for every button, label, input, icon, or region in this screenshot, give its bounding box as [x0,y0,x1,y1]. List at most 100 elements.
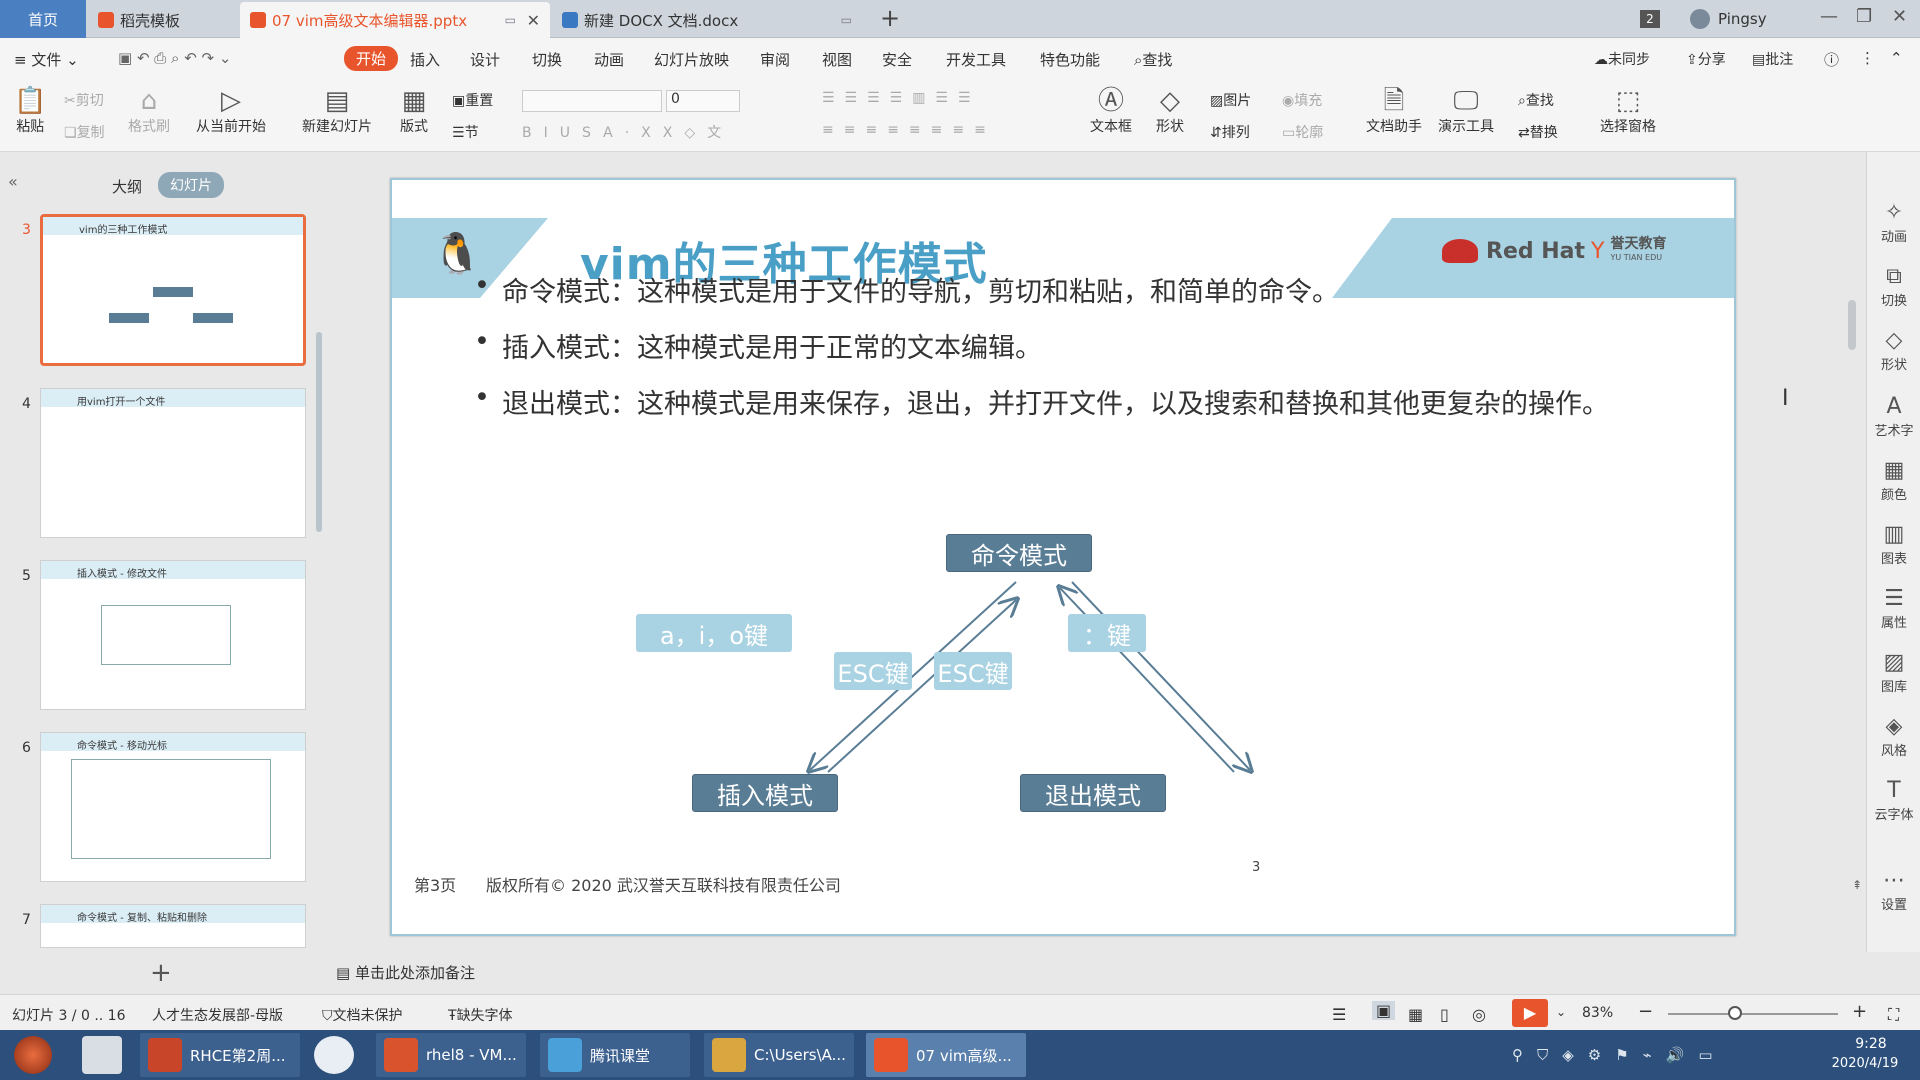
menu-start[interactable]: 开始 [344,46,399,71]
add-slide-button[interactable]: + [150,958,172,988]
cut-button[interactable]: ✂剪切 [64,90,104,110]
tab-docer[interactable]: 稻壳模板 [88,2,238,38]
tab-outline[interactable]: 大纲 [112,176,142,197]
select-pane-button[interactable]: ⬚ 选择窗格 [1600,86,1656,136]
font-name-select[interactable] [522,90,662,112]
window-count-badge[interactable]: 2 [1640,10,1660,28]
zoom-level[interactable]: 83% [1582,1005,1613,1021]
copy-button[interactable]: ❏复制 [64,122,105,142]
format-painter-button[interactable]: ⌂ 格式刷 [128,86,170,136]
reset-button[interactable]: ▣重置 [452,90,493,110]
menu-search[interactable]: ⌕查找 [1134,49,1172,70]
collapse-ribbon-icon[interactable]: ⌃ [1890,49,1903,67]
monitor-icon[interactable]: ▭ [841,13,852,27]
textbox-button[interactable]: Ⓐ 文本框 [1090,86,1132,136]
play-options-icon[interactable]: ⌄ [1556,1005,1566,1019]
sidebar-settings[interactable]: ⋯ 设置 [1867,868,1920,913]
play-slideshow-button[interactable]: ▶ [1512,999,1548,1027]
clock-time[interactable]: 9:28 [1836,1036,1906,1052]
taskbar-item-vmware[interactable]: rhel8 - VM... [376,1033,526,1077]
section-button[interactable]: ☰节 [452,122,479,142]
zoom-out-icon[interactable]: − [1638,1001,1653,1022]
canvas-scrollbar[interactable] [1848,300,1856,350]
tab-slides[interactable]: 幻灯片 [158,172,224,198]
layout-button[interactable]: ▦ 版式 [400,86,428,136]
font-format-buttons[interactable]: BIUSA·XX◇文 [522,122,733,142]
sidebar-gallery[interactable]: ▨ 图库 [1867,650,1920,695]
align-buttons[interactable]: ≡≡≡≡≡≡≡≡ [822,122,996,138]
paste-button[interactable]: 📋 粘贴 [14,86,46,136]
sidebar-transition[interactable]: ⧉ 切换 [1867,264,1920,309]
taskbar-item-rhce[interactable]: RHCE第2周... [140,1033,300,1077]
menu-animation[interactable]: 动画 [594,49,624,70]
outline-button[interactable]: ▭轮廓 [1282,122,1323,142]
restore-icon[interactable]: ❐ [1856,6,1872,27]
comment-button[interactable]: ▤批注 [1752,49,1793,69]
fit-window-icon[interactable]: ⛶ [1888,1005,1899,1025]
reading-view-icon[interactable]: ▯ [1440,1005,1449,1024]
sidebar-color[interactable]: ▦ 颜色 [1867,458,1920,503]
sidebar-wordart[interactable]: A 艺术字 [1867,394,1920,439]
zoom-in-icon[interactable]: + [1852,1001,1867,1022]
menu-devtools[interactable]: 开发工具 [946,49,1006,70]
notes-area[interactable]: ▤ 单击此处添加备注 [336,962,475,983]
menu-file[interactable]: ≡ 文件 ⌄ [14,49,79,70]
clock-date[interactable]: 2020/4/19 [1820,1056,1910,1071]
from-current-button[interactable]: ▷ 从当前开始 [196,86,266,136]
system-tray-icons[interactable]: ⚲⛉◈⚙⚑⌁🔊▭ [1512,1046,1727,1064]
arrange-button[interactable]: ⇵排列 [1210,122,1250,142]
menu-insert[interactable]: 插入 [410,49,440,70]
notes-toggle-icon[interactable]: ☰ [1332,1005,1346,1024]
taskbar-app-icon[interactable] [82,1036,122,1074]
present-tools-button[interactable]: 🖵 演示工具 [1438,86,1494,136]
help-icon[interactable]: ⓘ [1824,49,1839,70]
tab-home[interactable]: 首页 [0,0,86,38]
minimize-icon[interactable]: — [1820,6,1838,27]
sidebar-animation[interactable]: ✧ 动画 [1867,200,1920,245]
picture-button[interactable]: ▨图片 [1210,90,1251,110]
menu-features[interactable]: 特色功能 [1040,49,1100,70]
menu-view[interactable]: 视图 [822,49,852,70]
fill-button[interactable]: ◉填充 [1282,90,1322,110]
sidebar-cloud-font[interactable]: T 云字体 [1867,778,1920,823]
menu-review[interactable]: 审阅 [760,49,790,70]
slide-thumbnail-6[interactable]: 命令模式 - 移动光标 [40,732,306,882]
taskbar-item-tencent-class[interactable]: 腾讯课堂 [540,1033,690,1077]
protect-status[interactable]: ⛉文档未保护 [322,1005,403,1025]
doc-helper-button[interactable]: 🗎 文档助手 [1366,86,1422,136]
find-button[interactable]: ⌕查找 [1518,90,1554,110]
sidebar-properties[interactable]: ☰ 属性 [1867,586,1920,631]
missing-font-status[interactable]: Ŧ缺失字体 [448,1005,513,1025]
sidebar-chart[interactable]: ▥ 图表 [1867,522,1920,567]
paragraph-buttons[interactable]: ☰☰☰☰▥☰☰ [822,90,981,106]
slide-thumbnail-4[interactable]: 用vim打开一个文件 [40,388,306,538]
tab-pptx[interactable]: 07 vim高级文本编辑器.pptx ▭ ✕ [240,2,550,38]
close-window-icon[interactable]: ✕ [1892,6,1907,27]
menu-security[interactable]: 安全 [882,49,912,70]
panel-scrollbar[interactable] [316,332,322,532]
new-slide-button[interactable]: ▤ 新建幻灯片 [302,86,372,136]
shape-button[interactable]: ◇ 形状 [1156,86,1184,136]
scroll-arrows-icon[interactable]: ⇞ [1852,878,1862,892]
menu-slideshow[interactable]: 幻灯片放映 [654,49,729,70]
menu-transition[interactable]: 切换 [532,49,562,70]
slide-thumbnail-7[interactable]: 命令模式 - 复制、粘贴和删除 [40,904,306,948]
add-tab-button[interactable]: + [880,4,900,32]
start-button[interactable] [14,1036,52,1074]
sidebar-style[interactable]: ◈ 风格 [1867,714,1920,759]
sogou-icon[interactable] [314,1036,354,1074]
taskbar-item-wps[interactable]: 07 vim高级... [866,1033,1026,1077]
sync-button[interactable]: ☁未同步 [1594,49,1650,69]
font-size-select[interactable]: 0 [666,90,740,112]
slide-thumbnail-5[interactable]: 插入模式 - 修改文件 [40,560,306,710]
tab-docx[interactable]: 新建 DOCX 文档.docx ▭ [552,2,862,38]
share-button[interactable]: ⇪分享 [1686,49,1726,69]
taskbar-item-explorer[interactable]: C:\Users\A... [704,1033,854,1077]
slide-thumbnail-3[interactable]: vim的三种工作模式 [40,214,306,366]
zoom-slider-handle[interactable] [1728,1006,1742,1020]
more-icon[interactable]: ⋮ [1860,49,1875,67]
slide-canvas[interactable]: 🐧 vim的三种工作模式 Red Hat Y 誉天教育 YU TIAN EDU … [390,178,1736,936]
close-tab-icon[interactable]: ✕ [527,11,540,30]
normal-view-icon[interactable]: ▣ [1372,1001,1396,1020]
monitor-icon[interactable]: ▭ [505,13,516,27]
